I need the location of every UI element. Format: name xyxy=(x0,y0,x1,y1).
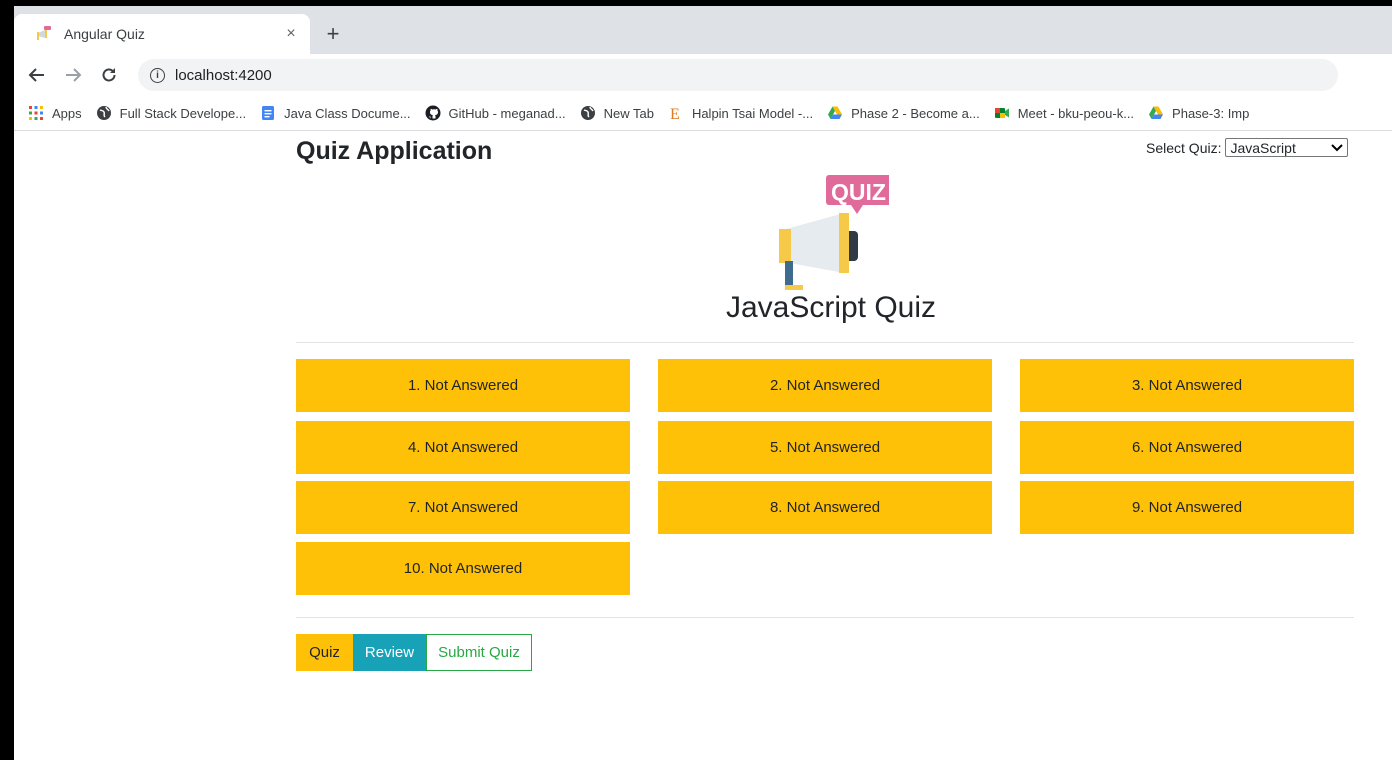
bookmark-label: Java Class Docume... xyxy=(284,105,411,121)
action-button-group: Quiz Review Submit Quiz xyxy=(296,634,532,671)
question-button-6[interactable]: 6. Not Answered xyxy=(1020,421,1354,474)
back-arrow-icon[interactable] xyxy=(22,60,52,90)
question-button-7[interactable]: 7. Not Answered xyxy=(296,481,630,534)
reload-icon[interactable] xyxy=(94,60,124,90)
forward-arrow-icon[interactable] xyxy=(58,60,88,90)
globe-icon xyxy=(580,105,596,121)
browser-tab[interactable]: Angular Quiz × xyxy=(14,14,310,54)
select-quiz-label: Select Quiz: xyxy=(1146,139,1222,156)
svg-text:E: E xyxy=(670,106,680,121)
bookmark-label: New Tab xyxy=(603,105,654,121)
apps-grid-icon xyxy=(28,105,44,121)
e-letter-icon: E xyxy=(668,105,684,121)
quiz-favicon-icon xyxy=(37,26,51,40)
quiz-button[interactable]: Quiz xyxy=(296,634,353,671)
question-button-5[interactable]: 5. Not Answered xyxy=(658,421,992,474)
bookmark-meet[interactable]: Meet - bku-peou-k... xyxy=(994,105,1134,121)
quiz-select-value: JavaScript xyxy=(1230,139,1296,156)
close-tab-icon[interactable]: × xyxy=(280,23,302,45)
new-tab-button[interactable]: + xyxy=(320,21,346,47)
question-button-1[interactable]: 1. Not Answered xyxy=(296,359,630,412)
bookmark-label: GitHub - meganad... xyxy=(448,105,566,121)
address-bar[interactable]: i localhost:4200 xyxy=(138,59,1338,91)
quiz-megaphone-logo: QUIZ xyxy=(779,175,889,290)
bookmark-full-stack[interactable]: Full Stack Develope... xyxy=(96,105,246,121)
review-button[interactable]: Review xyxy=(353,634,426,671)
bookmarks-bar: Apps Full Stack Develope... Java Class D… xyxy=(14,96,1392,131)
bookmark-halpin-tsai[interactable]: E Halpin Tsai Model -... xyxy=(668,105,814,122)
bookmark-label: Meet - bku-peou-k... xyxy=(1017,105,1135,121)
browser-window: Angular Quiz × + i localhost:4200 Apps F… xyxy=(14,6,1392,760)
bookmark-label: Phase 2 - Become a... xyxy=(851,105,980,121)
question-button-9[interactable]: 9. Not Answered xyxy=(1020,481,1354,534)
url-text: localhost:4200 xyxy=(175,66,272,84)
quiz-heading: JavaScript Quiz xyxy=(725,291,937,324)
tab-strip: Angular Quiz × + xyxy=(14,6,1392,54)
globe-icon xyxy=(96,105,112,121)
bookmark-new-tab[interactable]: New Tab xyxy=(580,105,654,121)
question-button-10[interactable]: 10. Not Answered xyxy=(296,542,630,595)
bookmark-label: Full Stack Develope... xyxy=(119,105,247,121)
chevron-down-icon xyxy=(1331,143,1344,151)
question-button-2[interactable]: 2. Not Answered xyxy=(658,359,992,412)
bookmark-phase-3[interactable]: Phase-3: Imp xyxy=(1148,105,1249,121)
divider-top xyxy=(296,342,1354,343)
quiz-select[interactable]: JavaScript xyxy=(1225,138,1349,157)
submit-quiz-button[interactable]: Submit Quiz xyxy=(426,634,532,671)
quiz-selector: Select Quiz: JavaScript xyxy=(1146,138,1349,157)
bookmark-java-class[interactable]: Java Class Docume... xyxy=(260,105,411,121)
page-title: Quiz Application xyxy=(296,137,493,165)
meet-icon xyxy=(994,105,1010,121)
bookmark-label: Apps xyxy=(52,105,82,121)
browser-toolbar: i localhost:4200 xyxy=(14,54,1392,96)
quiz-logo-text: QUIZ xyxy=(831,179,886,205)
docs-icon xyxy=(260,105,276,121)
bookmark-label: Phase-3: Imp xyxy=(1172,105,1250,121)
drive-icon xyxy=(1148,105,1164,121)
site-info-icon[interactable]: i xyxy=(150,67,165,83)
question-button-3[interactable]: 3. Not Answered xyxy=(1020,359,1354,412)
divider-bottom xyxy=(296,617,1354,618)
question-button-8[interactable]: 8. Not Answered xyxy=(658,481,992,534)
bookmark-github[interactable]: GitHub - meganad... xyxy=(425,105,566,121)
bookmark-phase-2[interactable]: Phase 2 - Become a... xyxy=(827,105,980,121)
page-content: Quiz Application Select Quiz: JavaScript… xyxy=(14,131,1392,760)
github-icon xyxy=(425,105,441,121)
tab-title: Angular Quiz xyxy=(64,26,145,42)
bookmark-label: Halpin Tsai Model -... xyxy=(691,105,814,121)
bookmark-apps[interactable]: Apps xyxy=(28,105,82,121)
question-button-4[interactable]: 4. Not Answered xyxy=(296,421,630,474)
drive-icon xyxy=(827,105,843,121)
